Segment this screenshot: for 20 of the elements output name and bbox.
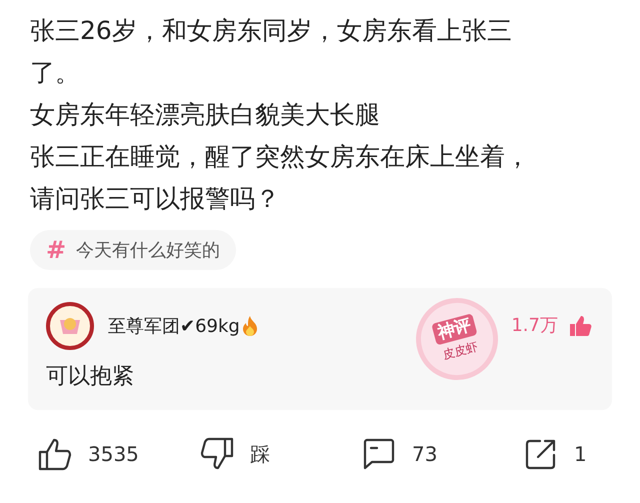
topic-label: 今天有什么好笑的 [76,238,220,262]
action-button[interactable]: 3535 [38,436,200,472]
topic-tag[interactable]: # 今天有什么好笑的 [30,230,236,270]
share-icon [524,437,558,471]
post-text: 张三26岁，和女房东同岁，女房东看上张三 了。 [30,15,513,89]
thumbs-up-icon [38,436,72,472]
avatar [46,302,94,350]
post-text: 女房东年轻漂亮肤白貌美大长腿 [30,99,381,131]
hash-symbol: # [46,235,66,266]
thumbs-down-icon [200,436,234,472]
comment-username[interactable]: 至尊军团✔69kg [108,312,240,340]
comment-text: 可以抱紧 [46,363,135,391]
speech-bubble-icon [362,437,396,471]
fire-icon [242,316,258,336]
action-button[interactable]: 73 [362,437,524,471]
post-text: 张三正在睡觉，醒了突然女房东在床上坐着， 请问张三可以报警吗？ [30,141,531,215]
action-button[interactable]: 1 [524,437,587,471]
thumbs-up-icon[interactable] [568,314,592,338]
action-button[interactable]: 踩 [200,436,362,472]
comment-like-count: 1.7万 [511,314,558,338]
